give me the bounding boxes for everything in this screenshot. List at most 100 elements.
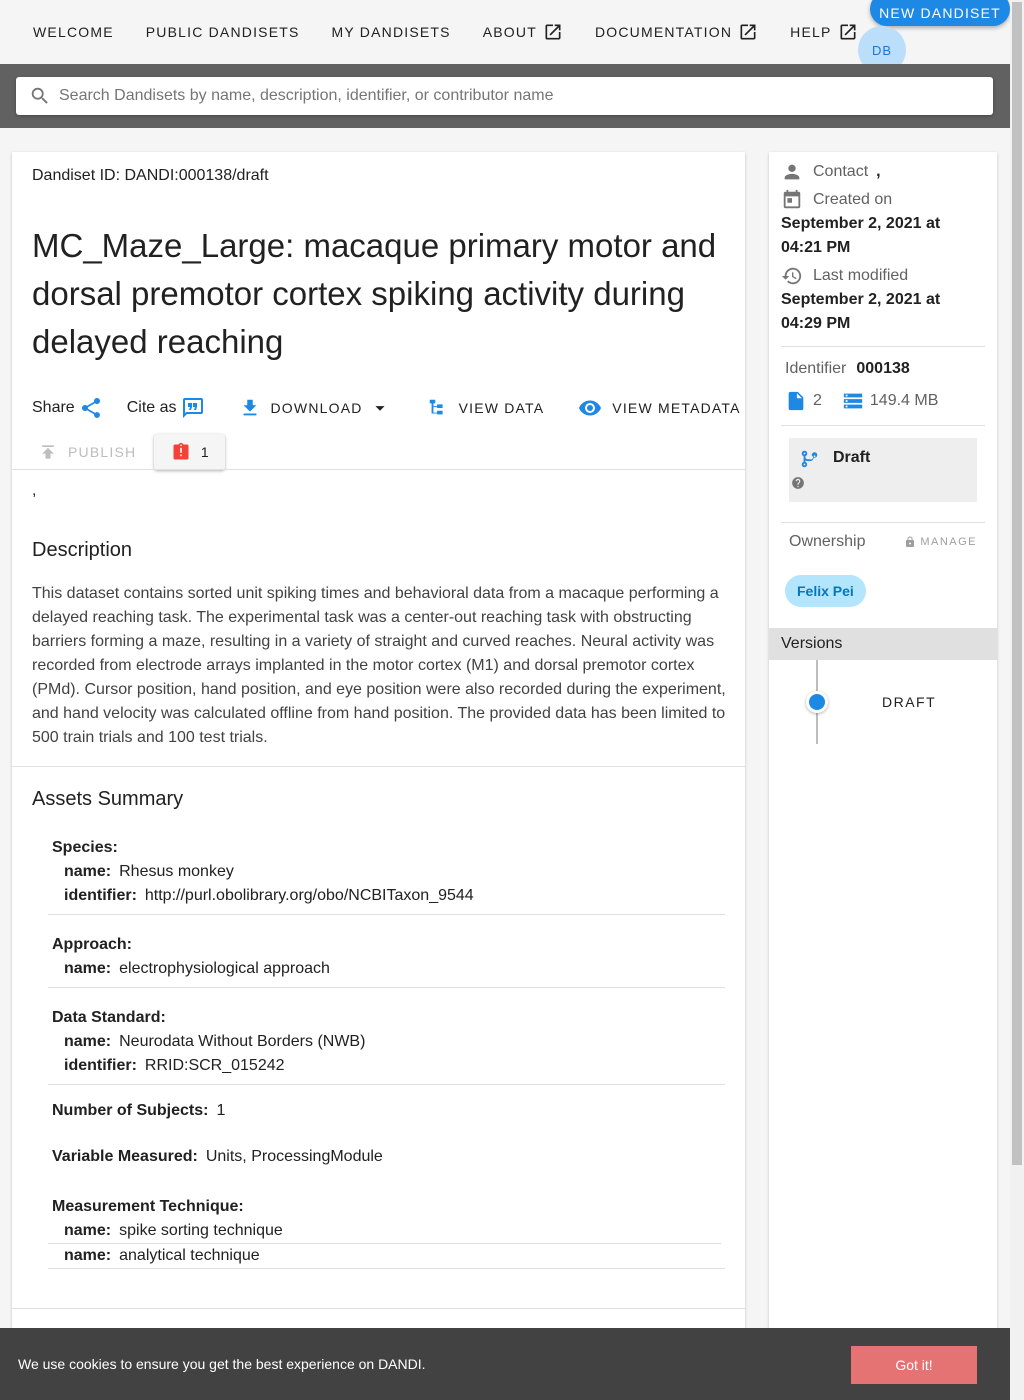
view-metadata-label: VIEW METADATA bbox=[612, 400, 741, 416]
identifier-value: 000138 bbox=[856, 360, 910, 377]
person-icon bbox=[784, 164, 800, 180]
key-label: name: bbox=[64, 863, 112, 880]
version-timeline: DRAFT bbox=[769, 660, 997, 744]
identifier-label: Identifier bbox=[785, 360, 847, 377]
owner-chip[interactable]: Felix Pei bbox=[785, 575, 866, 607]
cite-as-button[interactable]: Cite as bbox=[127, 396, 205, 420]
search-bar bbox=[0, 64, 1010, 128]
external-link-icon bbox=[545, 24, 561, 40]
ownership-row: Ownership MANAGE bbox=[769, 523, 997, 561]
species-group: Species: name: Rhesus monkey identifier: h… bbox=[48, 830, 725, 915]
modified-label: Last modified bbox=[813, 267, 909, 284]
dandiset-main-card: Dandiset ID: DANDI:000138/draft MC_Maze_… bbox=[12, 152, 745, 1400]
file-icon bbox=[788, 391, 804, 411]
nav-about-label: ABOUT bbox=[482, 24, 537, 40]
cookie-banner: We use cookies to ensure you get the bes… bbox=[0, 1328, 1010, 1400]
action-bar: Share Cite as DOWNLOAD VIEW DATA VIEW ME… bbox=[32, 394, 741, 422]
key-label: name: bbox=[64, 1033, 112, 1050]
cite-label: Cite as bbox=[126, 399, 177, 416]
assets-summary-heading: Assets Summary bbox=[32, 788, 184, 810]
assets-summary: Species: name: Rhesus monkey identifier: h… bbox=[48, 830, 725, 1281]
approach-name: electrophysiological approach bbox=[119, 960, 330, 977]
nav-help-label: HELP bbox=[790, 24, 832, 40]
contact-row: Contact , bbox=[781, 160, 985, 184]
nav-about[interactable]: ABOUT bbox=[467, 0, 579, 64]
version-draft-button[interactable]: DRAFT bbox=[882, 694, 936, 710]
divider bbox=[12, 1308, 745, 1309]
view-metadata-button[interactable]: VIEW METADATA bbox=[578, 396, 740, 420]
standard-identifier-row: identifier: RRID:SCR_015242 bbox=[52, 1054, 721, 1078]
variable-label: Variable Measured: bbox=[52, 1148, 198, 1165]
share-button[interactable]: Share bbox=[32, 396, 103, 420]
nav-my-dandisets-label: MY DANDISETS bbox=[331, 24, 451, 40]
branch-icon bbox=[801, 450, 818, 468]
data-standard-label: Data Standard: bbox=[52, 1009, 166, 1026]
publish-icon bbox=[42, 445, 54, 459]
created-value: September 2, 2021 at 04:21 PM bbox=[781, 215, 941, 256]
scrollbar[interactable] bbox=[1010, 0, 1024, 1400]
scrollbar-thumb[interactable] bbox=[1012, 2, 1022, 1165]
view-data-label: VIEW DATA bbox=[458, 400, 545, 416]
technique-group: Measurement Technique: name: spike sortin… bbox=[48, 1189, 725, 1269]
eye-icon bbox=[579, 400, 602, 416]
alert-clipboard-icon bbox=[173, 442, 189, 460]
nav-documentation[interactable]: DOCUMENTATION bbox=[579, 0, 774, 64]
key-label: identifier: bbox=[64, 887, 137, 904]
search-box bbox=[16, 77, 993, 115]
nav-welcome-label: WELCOME bbox=[33, 24, 114, 40]
key-label: name: bbox=[64, 1222, 112, 1239]
share-label: Share bbox=[32, 399, 75, 416]
approach-label: Approach: bbox=[52, 936, 132, 953]
help-circle-icon[interactable] bbox=[791, 476, 805, 490]
download-icon bbox=[243, 399, 256, 416]
nav-public-dandisets-label: PUBLIC DANDISETS bbox=[145, 24, 300, 40]
contact-value[interactable]: , bbox=[876, 163, 880, 181]
search-icon bbox=[31, 87, 48, 104]
variable-row: Variable Measured: Units, ProcessingModul… bbox=[52, 1145, 721, 1169]
modified-row: Last modified bbox=[781, 264, 985, 288]
cookie-accept-button[interactable]: Got it! bbox=[851, 1346, 977, 1384]
nav-documentation-label: DOCUMENTATION bbox=[594, 24, 733, 40]
view-data-button[interactable]: VIEW DATA bbox=[427, 397, 545, 419]
manage-label: MANAGE bbox=[920, 536, 977, 548]
modified-value: September 2, 2021 at 04:29 PM bbox=[781, 291, 941, 332]
file-tree-icon bbox=[429, 399, 443, 415]
nav-my-dandisets[interactable]: MY DANDISETS bbox=[316, 0, 467, 64]
dandiset-title: MC_Maze_Large: macaque primary motor and… bbox=[32, 227, 717, 360]
nav-public-dandisets[interactable]: PUBLIC DANDISETS bbox=[130, 0, 316, 64]
download-label: DOWNLOAD bbox=[270, 400, 363, 416]
identifier-row: Identifier 000138 bbox=[785, 357, 981, 381]
manage-button[interactable]: MANAGE bbox=[904, 536, 977, 548]
cookie-text: We use cookies to ensure you get the bes… bbox=[18, 1356, 426, 1372]
created-row: Created on bbox=[781, 188, 985, 212]
created-label: Created on bbox=[813, 191, 893, 208]
new-dandiset-button[interactable]: NEW DANDISET bbox=[870, 0, 1010, 26]
dandiset-id: Dandiset ID: DANDI:000138/draft bbox=[32, 167, 269, 184]
history-icon bbox=[781, 267, 802, 285]
key-label: name: bbox=[64, 960, 112, 977]
search-input[interactable] bbox=[59, 87, 959, 105]
contributors-line: , bbox=[32, 482, 37, 499]
key-label: name: bbox=[64, 1247, 112, 1264]
timeline-dot bbox=[809, 694, 825, 710]
error-count: 1 bbox=[200, 444, 209, 460]
approach-name-row: name: electrophysiological approach bbox=[52, 957, 721, 981]
validation-errors-button[interactable]: 1 bbox=[154, 434, 226, 470]
nav-welcome[interactable]: WELCOME bbox=[17, 0, 130, 64]
external-link-icon bbox=[740, 24, 756, 40]
draft-version-box[interactable]: Draft bbox=[789, 438, 977, 502]
species-identifier: http://purl.obolibrary.org/obo/NCBITaxon… bbox=[144, 887, 474, 904]
species-identifier-row: identifier: http://purl.obolibrary.org/ob… bbox=[52, 884, 721, 908]
download-button[interactable]: DOWNLOAD bbox=[239, 397, 391, 419]
technique-row: name: analytical technique bbox=[52, 1244, 721, 1268]
publish-row: PUBLISH 1 bbox=[32, 434, 226, 470]
standard-name: Neurodata Without Borders (NWB) bbox=[119, 1033, 366, 1050]
dandiset-side-card: Contact , Created on September 2, 2021 a… bbox=[769, 152, 997, 1352]
divider bbox=[781, 425, 985, 426]
stats-row: 2 149.4 MB bbox=[785, 389, 981, 413]
publish-button[interactable]: PUBLISH bbox=[32, 434, 142, 470]
technique-row: name: spike sorting technique bbox=[48, 1219, 721, 1244]
divider bbox=[12, 766, 745, 767]
total-size: 149.4 MB bbox=[869, 392, 939, 409]
ownership-label: Ownership bbox=[789, 533, 866, 550]
